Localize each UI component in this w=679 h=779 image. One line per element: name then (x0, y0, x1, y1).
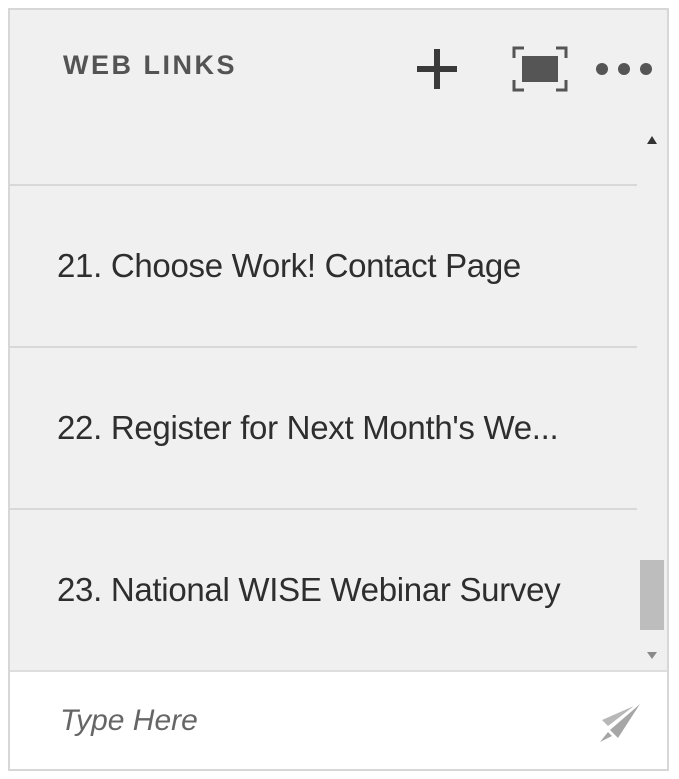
scroll-down-arrow-icon[interactable] (646, 650, 658, 660)
link-label: 22. Register for Next Month's We... (57, 409, 559, 446)
send-icon[interactable] (594, 700, 644, 746)
web-links-pod: WEB LINKS 21. Choose Work! Contact Page … (8, 8, 669, 771)
scroll-thumb[interactable] (640, 560, 664, 630)
message-input[interactable] (60, 696, 560, 746)
list-item[interactable]: 21. Choose Work! Contact Page (10, 186, 637, 346)
plus-icon[interactable] (413, 45, 461, 93)
maximize-icon[interactable] (510, 44, 570, 94)
link-label: 21. Choose Work! Contact Page (57, 247, 521, 284)
pod-header: WEB LINKS (10, 10, 667, 130)
link-label: 23. National WISE Webinar Survey (57, 571, 561, 608)
list-scrollbar[interactable] (637, 130, 667, 670)
composer-bar (10, 670, 667, 769)
web-links-list: 21. Choose Work! Contact Page 22. Regist… (10, 130, 637, 670)
list-item[interactable]: 22. Register for Next Month's We... (10, 348, 637, 508)
more-options-icon[interactable] (592, 57, 656, 81)
scroll-up-arrow-icon[interactable] (646, 135, 658, 145)
list-item[interactable]: 23. National WISE Webinar Survey (10, 510, 637, 670)
pod-title: WEB LINKS (63, 50, 237, 80)
